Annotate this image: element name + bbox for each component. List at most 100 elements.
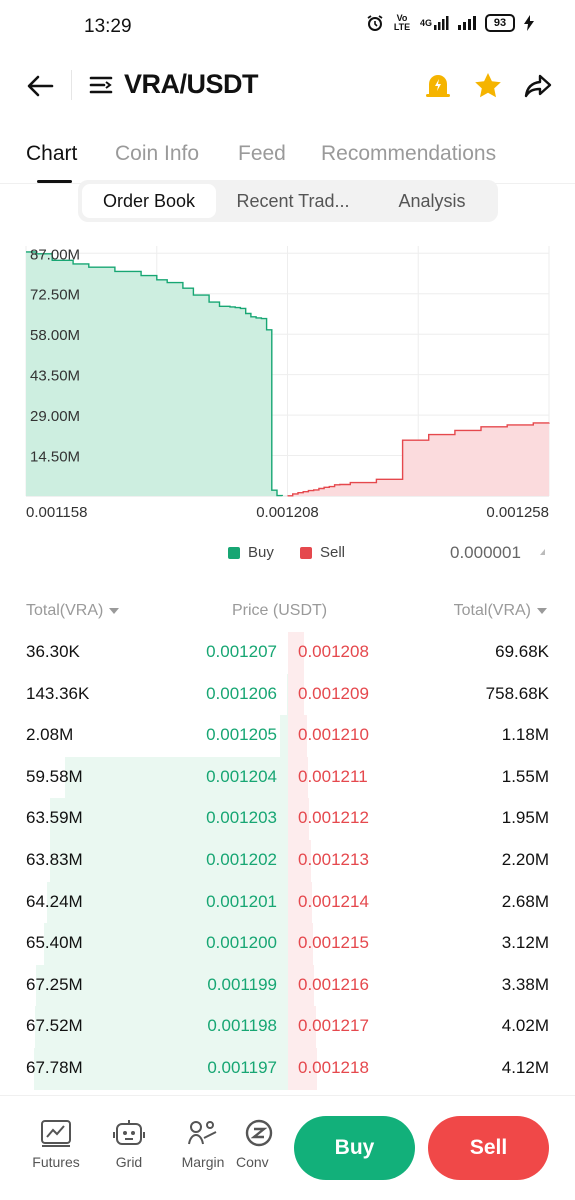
bid-price: 0.001199 [207, 974, 277, 994]
header: VRA/USDT [0, 58, 575, 114]
chart-legend: Buy Sell 0.000001 [0, 540, 575, 570]
nav-futures[interactable]: Futures [25, 1118, 87, 1170]
tab-recommendations[interactable]: Recommendations [321, 142, 496, 166]
sell-button[interactable]: Sell [428, 1116, 549, 1180]
segment-recent-trades[interactable]: Recent Trad... [220, 184, 366, 218]
nav-margin[interactable]: Margin [172, 1118, 234, 1170]
battery-indicator: 93 [485, 14, 515, 32]
ask-price: 0.001217 [298, 1016, 369, 1036]
y-tick-label: 29.00M [30, 408, 80, 425]
nav-futures-label: Futures [32, 1154, 80, 1170]
status-icons: Vo LTE 4G 93 [366, 14, 535, 32]
bid-price: 0.001206 [206, 683, 277, 703]
orderbook-row[interactable]: 63.83M 0.001202 0.001213 2.20M [0, 840, 575, 882]
nav-convert[interactable]: Conv [236, 1118, 280, 1170]
ask-total: 1.18M [501, 725, 549, 745]
tab-feed[interactable]: Feed [238, 142, 286, 166]
futures-icon [41, 1120, 71, 1147]
buy-button[interactable]: Buy [294, 1116, 415, 1180]
ask-total: 3.12M [501, 933, 549, 953]
pair-title[interactable]: VRA/USDT [124, 69, 259, 100]
ask-total: 1.95M [501, 808, 549, 828]
orderbook-row[interactable]: 63.59M 0.001203 0.001212 1.95M [0, 798, 575, 840]
ask-price: 0.001216 [298, 974, 369, 994]
bid-price: 0.001200 [206, 933, 277, 953]
margin-icon [188, 1121, 217, 1145]
orderbook-row[interactable]: 59.58M 0.001204 0.001211 1.55M [0, 756, 575, 799]
x-tick-label: 0.001158 [26, 504, 87, 521]
orderbook-row[interactable]: 67.52M 0.001198 0.001217 4.02M [0, 1006, 575, 1048]
nav-grid[interactable]: Grid [98, 1118, 160, 1170]
signal-4g-icon: 4G [420, 15, 449, 31]
bid-total: 67.78M [26, 1058, 83, 1077]
orderbook-row[interactable]: 67.25M 0.001199 0.001216 3.38M [0, 964, 575, 1007]
ask-total: 3.38M [501, 974, 549, 994]
orderbook-row[interactable]: 36.30K 0.001207 0.001208 69.68K [0, 632, 575, 674]
tab-chart[interactable]: Chart [26, 142, 77, 166]
bid-total: 63.83M [26, 850, 83, 869]
ask-price: 0.001218 [298, 1058, 369, 1077]
ask-total: 2.20M [501, 850, 549, 869]
bid-total: 64.24M [26, 891, 83, 911]
legend-buy-swatch [228, 546, 240, 559]
header-divider [71, 70, 72, 100]
orderbook-row[interactable]: 67.78M 0.001197 0.001218 4.12M [0, 1048, 575, 1090]
bid-total: 67.25M [26, 974, 83, 994]
orderbook-row[interactable]: 2.08M 0.001205 0.001210 1.18M [0, 715, 575, 757]
y-tick-label: 87.00M [30, 246, 80, 263]
orderbook-rows: 36.30K 0.001207 0.001208 69.68K 143.36K 0.001… [0, 632, 575, 1092]
convert-icon [245, 1119, 273, 1147]
signal-icon [457, 15, 477, 31]
depth-chart[interactable]: 87.00M 72.50M 58.00M 43.50M 29.00M 14.50M 0.00… [0, 240, 575, 530]
tab-coin-info[interactable]: Coin Info [115, 142, 199, 166]
bid-total: 67.52M [26, 1016, 83, 1036]
grid-bot-icon [113, 1120, 145, 1145]
main-tabs: Chart Coin Info Feed Recommendations [0, 136, 575, 184]
bottom-action-bar: Futures Grid Margin Conv Buy Sell [0, 1095, 575, 1200]
segment-analysis[interactable]: Analysis [370, 184, 494, 218]
precision-caret-icon[interactable] [540, 549, 545, 555]
bid-total: 65.40M [26, 933, 83, 953]
bid-total: 36.30K [26, 642, 80, 661]
precision-selector[interactable]: 0.000001 [450, 543, 521, 563]
share-icon[interactable] [522, 70, 554, 102]
bid-total-header[interactable]: Total(VRA) [26, 602, 120, 620]
ask-price: 0.001215 [298, 933, 369, 953]
legend-buy-label: Buy [248, 544, 274, 561]
menu-icon[interactable] [88, 72, 114, 98]
back-arrow-icon[interactable] [22, 68, 58, 104]
price-header: Price (USDT) [232, 602, 328, 619]
ask-price: 0.001209 [298, 683, 369, 703]
y-tick-label: 43.50M [30, 368, 80, 385]
ask-price: 0.001208 [298, 642, 369, 661]
depth-chart-svg: 87.00M 72.50M 58.00M 43.50M 29.00M 14.50M 0.00… [25, 246, 550, 521]
ask-total: 1.55M [501, 766, 549, 786]
favorite-star-icon[interactable] [472, 70, 504, 102]
segment-order-book[interactable]: Order Book [82, 184, 216, 218]
legend-buy: Buy [228, 544, 274, 561]
status-bar: 13:29 Vo LTE 4G 93 [0, 0, 575, 56]
ask-price: 0.001210 [298, 725, 369, 745]
y-tick-label: 14.50M [30, 449, 80, 466]
bid-price: 0.001202 [206, 850, 277, 869]
ask-price: 0.001211 [298, 766, 368, 786]
legend-sell-label: Sell [320, 544, 346, 561]
ask-total: 69.68K [495, 642, 549, 661]
bid-price: 0.001197 [207, 1058, 277, 1077]
legend-sell: Sell [300, 544, 345, 561]
legend-sell-swatch [300, 546, 312, 559]
price-alert-icon[interactable] [422, 70, 454, 102]
nav-convert-label: Conv [236, 1154, 269, 1170]
y-tick-label: 58.00M [30, 327, 80, 344]
ask-price: 0.001213 [298, 850, 369, 869]
bid-price: 0.001203 [206, 808, 277, 828]
orderbook-row[interactable]: 64.24M 0.001201 0.001214 2.68M [0, 881, 575, 924]
orderbook-row[interactable]: 65.40M 0.001200 0.001215 3.12M [0, 923, 575, 965]
orderbook-row[interactable]: 143.36K 0.001206 0.001209 758.68K [0, 673, 575, 716]
bid-total-header-label: Total(VRA) [26, 602, 104, 619]
bid-depth-bar [280, 715, 288, 757]
x-tick-label: 0.001258 [486, 504, 549, 521]
ask-total: 758.68K [485, 683, 549, 703]
caret-down-icon [109, 607, 120, 614]
ask-total-header[interactable]: Total(VRA) [454, 602, 547, 620]
